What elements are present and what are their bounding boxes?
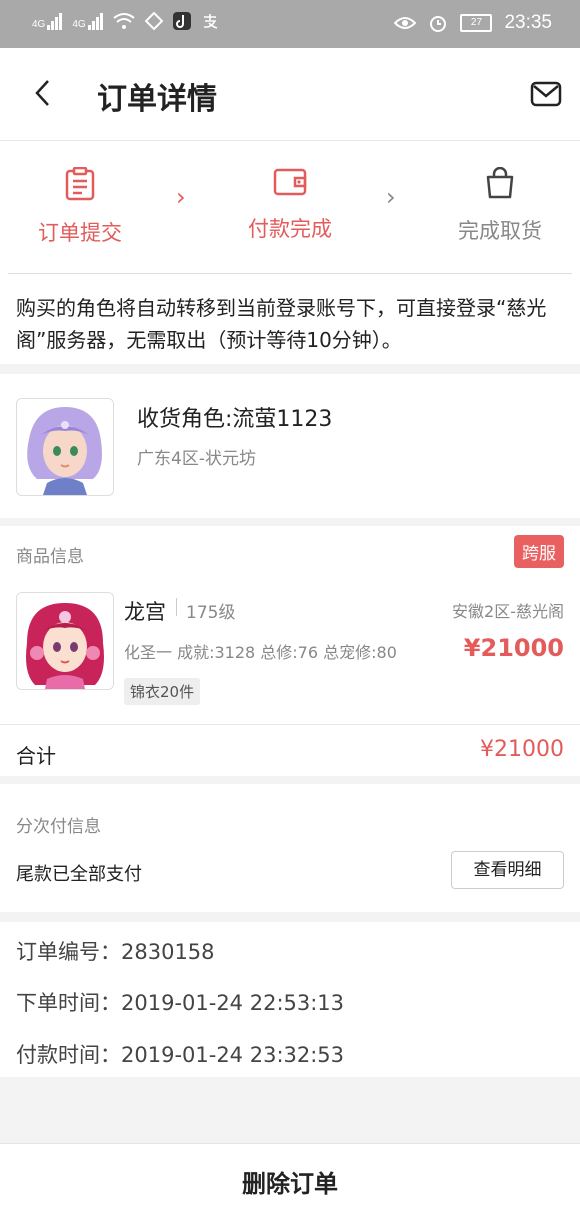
costume-chip: 锦衣20件 <box>124 678 201 705</box>
separator <box>176 598 177 616</box>
diamond-app-icon <box>144 12 163 30</box>
goods-avatar <box>16 592 114 690</box>
cross-server-badge: 跨服 <box>514 535 564 568</box>
goods-price: ¥21000 <box>463 634 564 662</box>
character-class: 龙宫 <box>124 600 166 624</box>
total-label: 合计 <box>16 744 56 768</box>
status-bar: 4G 4G 27 23:35 <box>0 0 580 48</box>
order-time: 下单时间：2019-01-24 22:53:13 <box>16 991 345 1015</box>
goods-server: 安徽2区-慈光阁 <box>452 602 564 621</box>
step-order-submitted: 订单提交 <box>0 166 160 247</box>
signal-1: 4G <box>32 12 63 30</box>
goods-info: 商品信息 跨服 龙宫 175级 安徽2区-慈光阁 化圣一 成就:3128 总修:… <box>0 526 580 776</box>
shopping-bag-icon <box>486 166 514 199</box>
character-portrait-icon <box>17 399 113 495</box>
alipay-icon <box>203 14 217 29</box>
chevron-right-icon: › <box>176 183 186 211</box>
status-left: 4G 4G <box>32 12 219 30</box>
clock: 23:35 <box>504 12 552 33</box>
back-icon[interactable] <box>30 78 58 108</box>
step-payment-complete: 付款完成 <box>210 167 370 243</box>
signal-bars-icon <box>47 12 63 30</box>
payment-time: 付款时间：2019-01-24 23:32:53 <box>16 1043 345 1067</box>
bottom-bar: 删除订单 <box>0 1143 580 1225</box>
tiktok-icon <box>172 12 191 30</box>
notice-text: 购买的角色将自动转移到当前登录账号下，可直接登录“慈光阁”服务器，无需取出（预计… <box>16 296 547 352</box>
status-right: 27 23:35 <box>394 12 552 34</box>
signal-2: 4G <box>72 12 103 30</box>
order-progress: 订单提交 › 付款完成 › 完成取货 <box>0 141 580 274</box>
view-details-button[interactable]: 查看明细 <box>451 851 564 889</box>
step-pickup-complete: 完成取货 <box>420 166 580 245</box>
header: 订单详情 <box>0 48 580 141</box>
installment-info: 分次付信息 尾款已全部支付 查看明细 <box>0 784 580 912</box>
alarm-icon <box>430 16 447 32</box>
page-title: 订单详情 <box>97 82 217 117</box>
installment-status: 尾款已全部支付 <box>16 864 142 885</box>
delete-order-button[interactable]: 删除订单 <box>0 1144 580 1225</box>
clipboard-icon <box>65 166 95 201</box>
transfer-notice: 购买的角色将自动转移到当前登录账号下，可直接登录“慈光阁”服务器，无需取出（预计… <box>0 274 580 364</box>
character-stats: 化圣一 成就:3128 总修:76 总宠修:80 <box>124 643 397 662</box>
order-info: 订单编号：2830158 下单时间：2019-01-24 22:53:13 付款… <box>0 922 580 1077</box>
total-value: ¥21000 <box>480 737 564 762</box>
character-portrait-icon <box>17 593 113 689</box>
battery-icon: 27 <box>460 14 493 32</box>
receiver-server: 广东4区-状元坊 <box>137 449 256 469</box>
signal-bars-icon <box>87 12 103 30</box>
receiver-title: 收货角色:流萤1123 <box>137 407 333 432</box>
chevron-right-icon: › <box>386 183 396 211</box>
network-type-2: 4G <box>72 19 86 30</box>
section-label: 商品信息 <box>16 547 84 567</box>
receiver-avatar <box>16 398 114 496</box>
receiver-card: 收货角色:流萤1123 广东4区-状元坊 <box>0 374 580 518</box>
character-level: 175级 <box>186 603 236 623</box>
network-type-1: 4G <box>32 19 46 30</box>
step-label: 付款完成 <box>248 217 332 241</box>
message-icon[interactable] <box>530 78 562 110</box>
divider <box>0 724 580 725</box>
eye-icon <box>394 17 417 29</box>
section-label: 分次付信息 <box>16 817 101 837</box>
step-label: 订单提交 <box>38 221 122 245</box>
step-label: 完成取货 <box>458 219 542 243</box>
wallet-icon <box>273 168 307 196</box>
wifi-icon <box>113 13 135 29</box>
order-number: 订单编号：2830158 <box>16 940 215 964</box>
